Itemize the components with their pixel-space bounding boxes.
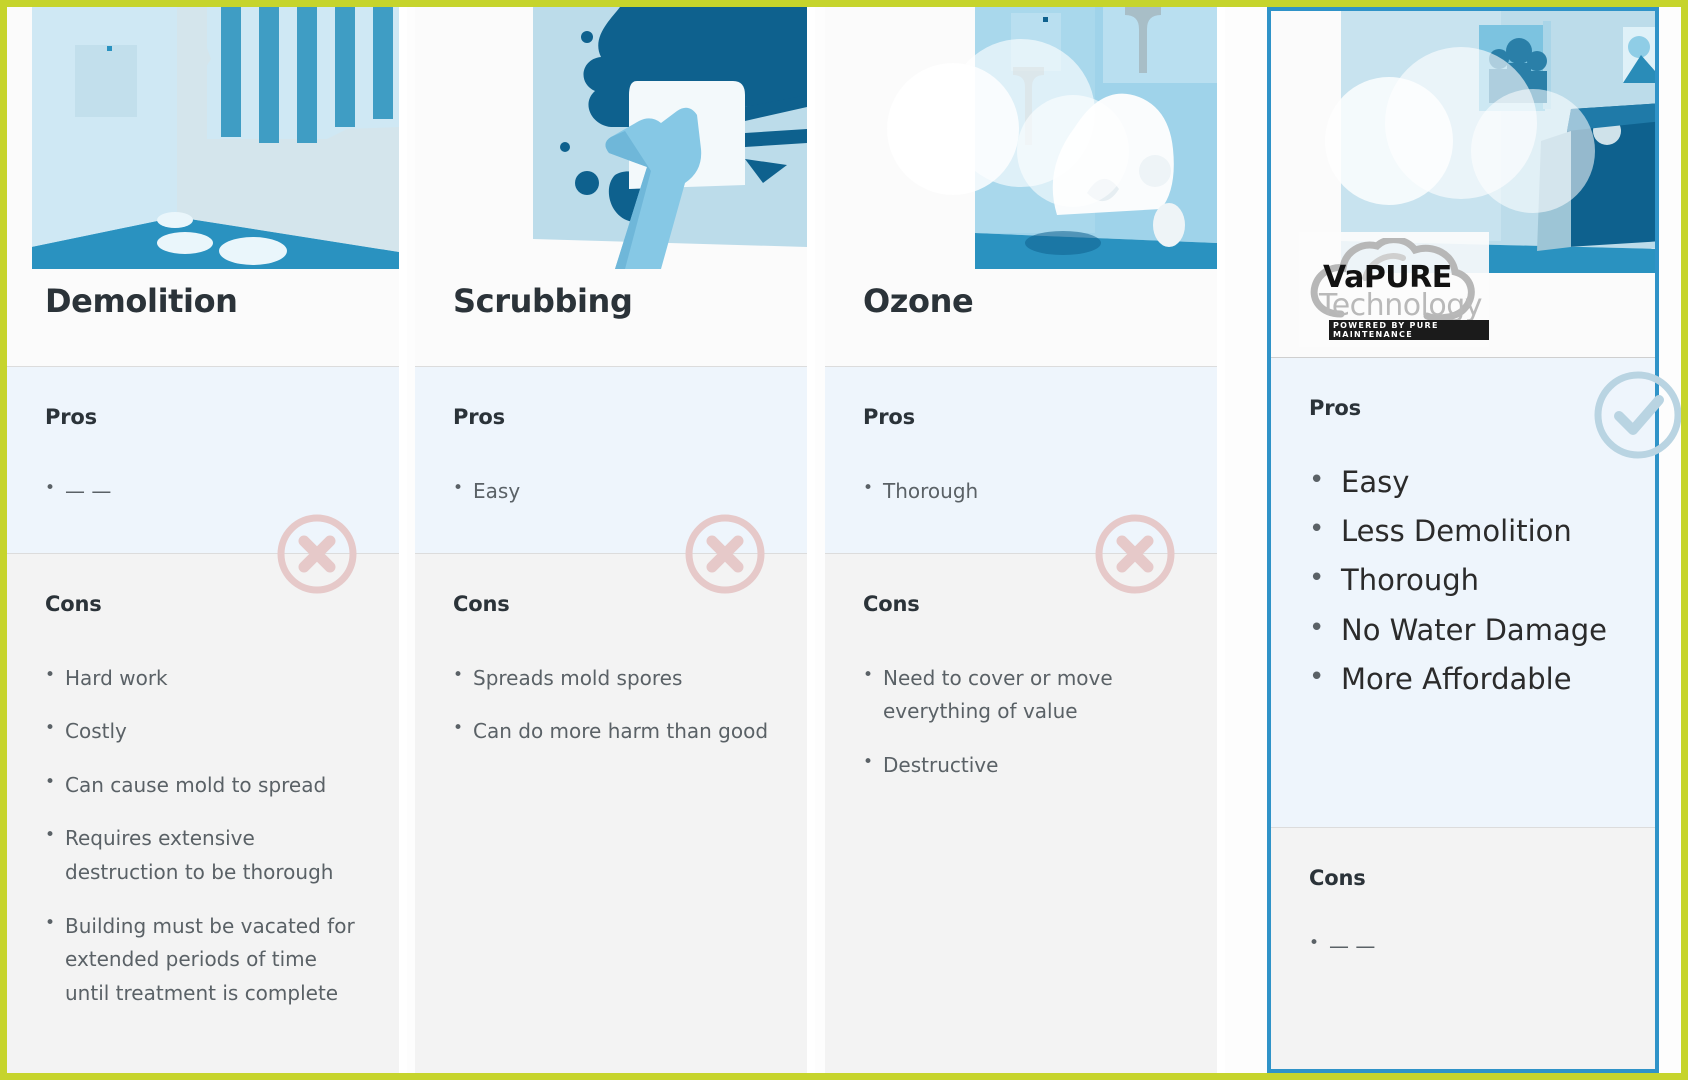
scrubbing-illustration <box>415 7 807 269</box>
pros-list-demolition: — — <box>45 474 361 509</box>
comparison-column-vapure[interactable]: VaPURE Technology POWERED BY PURE MAINTE… <box>1267 7 1681 1073</box>
ozone-illustration-svg <box>825 7 1217 269</box>
logo-secondary-text: Technology <box>1319 288 1483 323</box>
list-item: Need to cover or move everything of valu… <box>863 661 1179 729</box>
pros-list-vapure: Easy Less Demolition Thorough No Water D… <box>1309 462 1629 700</box>
pros-list-ozone: Thorough <box>863 474 1179 509</box>
scrubbing-illustration-svg <box>415 7 807 269</box>
column-header-ozone: Ozone <box>825 7 1217 367</box>
list-item: Costly <box>45 714 361 749</box>
list-item: Destructive <box>863 748 1179 783</box>
cons-list-ozone: Need to cover or move everything of valu… <box>863 661 1179 783</box>
comparison-grid-container: Demolition Pros — — Cons Hard work Cos <box>7 7 1681 1073</box>
list-item: Spreads mold spores <box>453 661 769 696</box>
column-header-scrubbing: Scrubbing <box>415 7 807 367</box>
column-header-demolition: Demolition <box>7 7 399 367</box>
column-header-vapure: VaPURE Technology POWERED BY PURE MAINTE… <box>1271 11 1655 358</box>
pros-section-scrubbing: Pros Easy <box>415 367 807 554</box>
cons-section-ozone: Cons Need to cover or move everything of… <box>825 514 1217 1073</box>
list-item: Building must be vacated for extended pe… <box>45 909 361 1011</box>
pros-heading: Pros <box>1309 396 1361 420</box>
column-gap <box>399 7 407 1073</box>
pros-section-vapure: Pros Easy Less Demolition Thorough No Wa… <box>1271 358 1681 828</box>
list-item: Thorough <box>863 474 1179 509</box>
pros-heading: Pros <box>863 405 915 429</box>
column-gap <box>1217 7 1225 1073</box>
column-title: Demolition <box>45 282 238 320</box>
list-item: More Affordable <box>1309 659 1629 700</box>
column-gap <box>807 7 815 1073</box>
list-item: — — <box>45 474 361 509</box>
cons-heading: Cons <box>45 591 102 616</box>
list-item: Less Demolition <box>1309 511 1629 552</box>
cons-heading: Cons <box>453 591 510 616</box>
cons-list-scrubbing: Spreads mold spores Can do more harm tha… <box>453 661 769 749</box>
demolition-illustration-svg <box>7 7 399 269</box>
cons-section-demolition: Cons Hard work Costly Can cause mold to … <box>7 514 399 1073</box>
cons-heading: Cons <box>863 591 920 616</box>
comparison-column-ozone[interactable]: Ozone Pros Thorough Cons Need to cover o… <box>825 7 1217 1073</box>
comparison-page: Demolition Pros — — Cons Hard work Cos <box>0 0 1688 1080</box>
list-item: Hard work <box>45 661 361 696</box>
list-item: Can cause mold to spread <box>45 768 361 803</box>
list-item: Requires extensive destruction to be tho… <box>45 821 361 889</box>
cons-section-vapure: Cons — — <box>1271 828 1655 1069</box>
ozone-illustration <box>825 7 1217 269</box>
list-item: No Water Damage <box>1309 610 1629 651</box>
logo-tagline: POWERED BY PURE MAINTENANCE <box>1329 320 1489 340</box>
list-item: Can do more harm than good <box>453 714 769 749</box>
pros-section-ozone: Pros Thorough <box>825 367 1217 554</box>
column-title: Scrubbing <box>453 282 633 320</box>
list-item: Easy <box>1309 462 1629 503</box>
pros-heading: Pros <box>453 405 505 429</box>
list-item: — — <box>1309 931 1617 960</box>
comparison-grid: Demolition Pros — — Cons Hard work Cos <box>7 7 1681 1073</box>
pros-heading: Pros <box>45 405 97 429</box>
comparison-column-demolition[interactable]: Demolition Pros — — Cons Hard work Cos <box>7 7 399 1073</box>
cons-list-demolition: Hard work Costly Can cause mold to sprea… <box>45 661 361 1011</box>
list-item: Easy <box>453 474 769 509</box>
demolition-illustration <box>7 7 399 269</box>
pros-list-scrubbing: Easy <box>453 474 769 509</box>
cons-section-scrubbing: Cons Spreads mold spores Can do more har… <box>415 514 807 1073</box>
cons-heading: Cons <box>1309 866 1366 890</box>
cons-list-vapure: — — <box>1309 931 1617 960</box>
pros-section-demolition: Pros — — <box>7 367 399 554</box>
vapure-logo: VaPURE Technology POWERED BY PURE MAINTE… <box>1299 232 1489 347</box>
list-item: Thorough <box>1309 560 1629 601</box>
column-title: Ozone <box>863 282 974 320</box>
comparison-column-scrubbing[interactable]: Scrubbing Pros Easy Cons Spreads mold sp… <box>415 7 807 1073</box>
